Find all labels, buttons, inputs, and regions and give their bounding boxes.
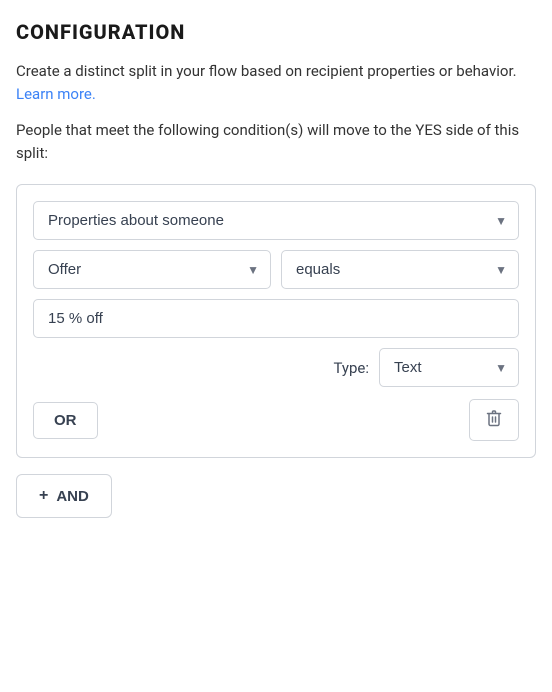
value-input[interactable] xyxy=(33,299,519,338)
condition-description: People that meet the following condition… xyxy=(16,119,536,164)
operator-select[interactable]: equals does not equal contains does not … xyxy=(281,250,519,289)
trash-icon xyxy=(486,409,502,431)
field-select[interactable]: Offer Name Email xyxy=(33,250,271,289)
property-select[interactable]: Properties about someone Properties abou… xyxy=(33,201,519,240)
type-select[interactable]: Text Number Date xyxy=(379,348,519,387)
description-text: Create a distinct split in your flow bas… xyxy=(16,60,536,105)
property-select-wrapper: Properties about someone Properties abou… xyxy=(33,201,519,240)
field-select-wrapper: Offer Name Email ▼ xyxy=(33,250,271,289)
plus-icon: + xyxy=(39,487,48,505)
or-button[interactable]: OR xyxy=(33,402,98,439)
description-main: Create a distinct split in your flow bas… xyxy=(16,62,517,80)
field-operator-row: Offer Name Email ▼ equals does not equal… xyxy=(33,250,519,289)
and-button[interactable]: + AND xyxy=(16,474,112,518)
operator-select-wrapper: equals does not equal contains does not … xyxy=(281,250,519,289)
type-label: Type: xyxy=(333,359,369,377)
condition-box: Properties about someone Properties abou… xyxy=(16,184,536,458)
type-select-wrapper: Text Number Date ▼ xyxy=(379,348,519,387)
type-row: Type: Text Number Date ▼ xyxy=(33,348,519,387)
learn-more-link[interactable]: Learn more. xyxy=(16,85,96,103)
actions-row: OR xyxy=(33,399,519,441)
and-button-label: AND xyxy=(56,488,89,505)
delete-button[interactable] xyxy=(469,399,519,441)
page-title: CONFIGURATION xyxy=(16,20,536,44)
